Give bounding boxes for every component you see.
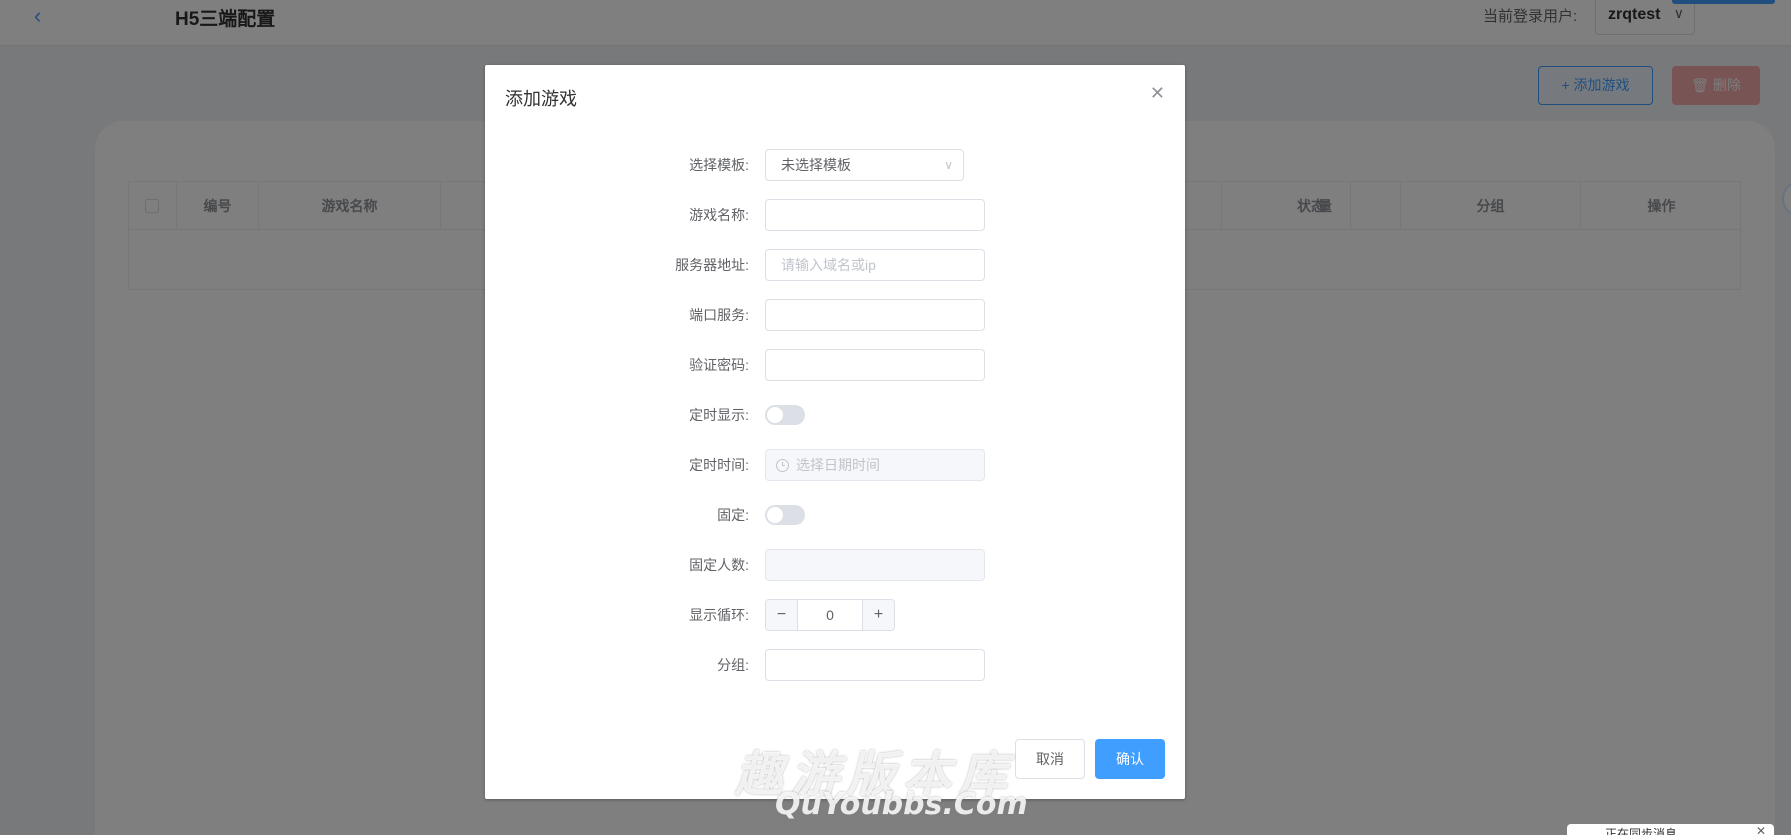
form-row-port-service: 端口服务: [485, 299, 1185, 331]
form-row-server-address: 服务器地址: 请输入域名或ip [485, 249, 1185, 281]
group-input[interactable] [765, 649, 985, 681]
close-icon[interactable]: ✕ [1756, 824, 1766, 835]
timed-display-switch[interactable] [765, 405, 805, 425]
notification-text: 正在同步消息 [1605, 827, 1678, 835]
timed-time-label: 定时时间: [689, 457, 749, 473]
group-label: 分组: [717, 657, 749, 673]
switch-knob [767, 507, 783, 523]
verify-password-label: 验证密码: [689, 357, 749, 373]
clock-icon [776, 459, 789, 472]
game-name-input[interactable] [765, 199, 985, 231]
display-loop-label: 显示循环: [689, 607, 749, 623]
verify-password-input[interactable] [765, 349, 985, 381]
timed-time-picker[interactable]: 选择日期时间 [765, 449, 985, 481]
fixed-label: 固定: [717, 507, 749, 523]
add-game-dialog: 添加游戏 ✕ 选择模板: 未选择模板 ∨ 游戏名称: 服务器地址: 请输入域名或… [485, 65, 1185, 799]
template-select[interactable]: 未选择模板 ∨ [765, 149, 964, 181]
template-select-value: 未选择模板 [781, 157, 851, 173]
form-row-timed-time: 定时时间: 选择日期时间 [485, 449, 1185, 481]
template-label: 选择模板: [689, 157, 749, 173]
server-address-input[interactable]: 请输入域名或ip [765, 249, 985, 281]
port-service-input[interactable] [765, 299, 985, 331]
fixed-count-input[interactable] [765, 549, 985, 581]
form-row-template: 选择模板: 未选择模板 ∨ [485, 149, 1185, 181]
game-name-label: 游戏名称: [689, 207, 749, 223]
form-row-group: 分组: [485, 649, 1185, 681]
cancel-button[interactable]: 取消 [1015, 739, 1085, 779]
timed-time-placeholder: 选择日期时间 [796, 457, 880, 473]
chevron-down-icon: ∨ [944, 158, 953, 172]
switch-knob [767, 407, 783, 423]
dialog-title: 添加游戏 [505, 89, 577, 109]
close-icon[interactable]: ✕ [1150, 83, 1165, 104]
form-row-game-name: 游戏名称: [485, 199, 1185, 231]
form-row-timed-display: 定时显示: [485, 399, 1185, 431]
plus-icon[interactable]: + [862, 600, 894, 630]
display-loop-value[interactable]: 0 [798, 600, 862, 630]
fixed-count-label: 固定人数: [689, 557, 749, 573]
fixed-switch[interactable] [765, 505, 805, 525]
form-row-fixed: 固定: [485, 499, 1185, 531]
display-loop-stepper: − 0 + [765, 599, 895, 631]
timed-display-label: 定时显示: [689, 407, 749, 423]
server-address-label: 服务器地址: [675, 257, 749, 273]
sync-notification: 正在同步消息 ✕ [1567, 824, 1774, 835]
minus-icon[interactable]: − [766, 600, 798, 630]
confirm-button[interactable]: 确认 [1095, 739, 1165, 779]
form-row-verify-password: 验证密码: [485, 349, 1185, 381]
form-row-display-loop: 显示循环: − 0 + [485, 599, 1185, 631]
port-service-label: 端口服务: [689, 307, 749, 323]
form-row-fixed-count: 固定人数: [485, 549, 1185, 581]
